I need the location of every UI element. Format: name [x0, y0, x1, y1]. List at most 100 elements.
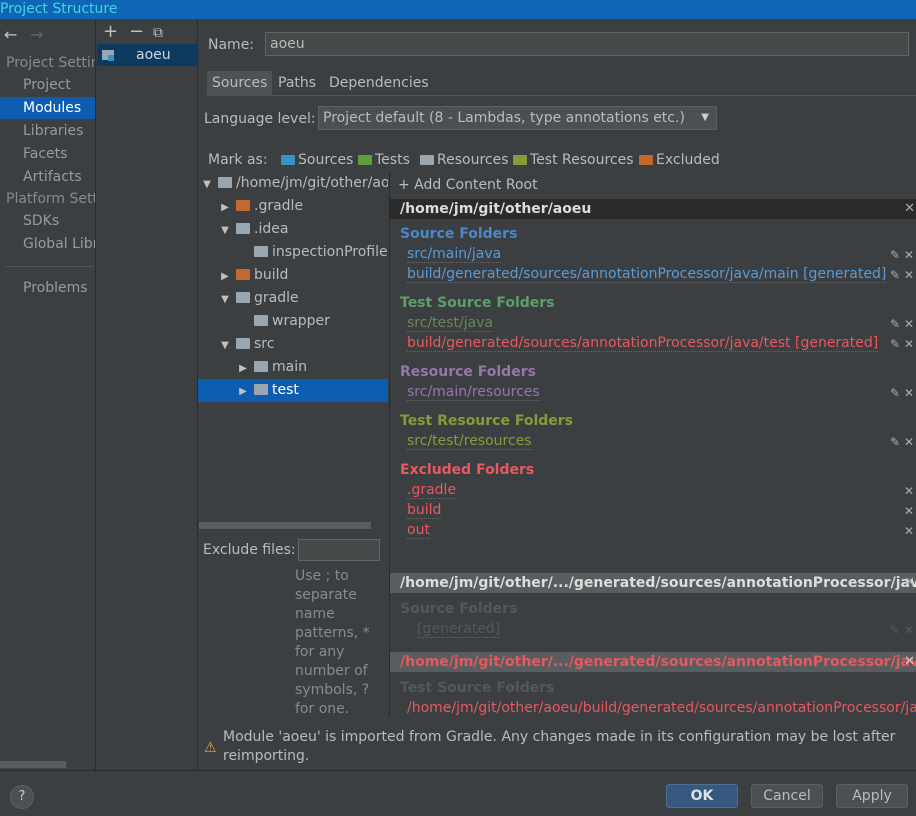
- back-arrow-icon[interactable]: ←: [4, 25, 17, 44]
- mark-sources-button[interactable]: Sources: [281, 152, 353, 168]
- source-folders-heading: Source Folders: [400, 226, 518, 242]
- sources-folder-icon: [281, 155, 295, 165]
- apply-button[interactable]: Apply: [836, 784, 908, 808]
- tab-sources[interactable]: Sources: [207, 71, 273, 95]
- close-icon[interactable]: ✕: [904, 435, 914, 449]
- close-icon[interactable]: ✕: [904, 623, 914, 637]
- edit-icon[interactable]: ✎: [890, 623, 900, 637]
- tree-node[interactable]: inspectionProfiles: [198, 241, 388, 264]
- cancel-button[interactable]: Cancel: [751, 784, 823, 808]
- close-icon[interactable]: ✕: [904, 337, 914, 351]
- tree-node[interactable]: ▼ /home/jm/git/other/aoeu: [198, 172, 388, 195]
- test-source-folders-heading: Test Source Folders: [400, 295, 555, 311]
- close-icon[interactable]: ✕: [904, 268, 914, 282]
- nav-divider: [6, 266, 94, 267]
- help-button[interactable]: ?: [10, 785, 34, 809]
- nav-item-artifacts[interactable]: Artifacts: [0, 166, 95, 188]
- ok-button[interactable]: OK: [666, 784, 738, 808]
- language-level-select[interactable]: Project default (8 - Lambdas, type annot…: [318, 106, 717, 130]
- edit-icon[interactable]: ✎: [890, 248, 900, 262]
- edit-icon[interactable]: ✎: [890, 386, 900, 400]
- tree-node[interactable]: ▼ src: [198, 333, 388, 356]
- tree-node[interactable]: wrapper: [198, 310, 388, 333]
- content-root-header-main: /home/jm/git/other/.../generated/sources…: [390, 573, 916, 593]
- exclude-hint-line: number of: [295, 663, 368, 679]
- language-level-value: Project default (8 - Lambdas, type annot…: [323, 110, 685, 126]
- tree-node[interactable]: ▶ build: [198, 264, 388, 287]
- remove-content-root-icon[interactable]: ✕: [904, 573, 915, 593]
- mark-tests-button[interactable]: Tests: [358, 152, 410, 168]
- resource-path: src/main/resources: [407, 384, 540, 401]
- test-resource-path: src/test/resources: [407, 433, 532, 450]
- close-icon[interactable]: ✕: [904, 484, 914, 498]
- mark-test-resources-label: Test Resources: [530, 152, 634, 168]
- mark-sources-label: Sources: [298, 152, 354, 168]
- tree-node-label: wrapper: [272, 313, 330, 329]
- resource-path-actions: ✎ ✕: [890, 386, 914, 400]
- edit-icon[interactable]: ✎: [890, 268, 900, 282]
- tree-node[interactable]: ▼ .idea: [198, 218, 388, 241]
- tree-scrollbar[interactable]: [199, 522, 371, 529]
- edit-icon[interactable]: ✎: [890, 317, 900, 331]
- close-icon[interactable]: ✕: [904, 524, 914, 538]
- mark-test-resources-button[interactable]: Test Resources: [513, 152, 634, 168]
- edit-icon[interactable]: ✎: [890, 435, 900, 449]
- tab-dependencies[interactable]: Dependencies: [324, 71, 434, 95]
- expand-arrow-icon[interactable]: ▼: [218, 288, 232, 311]
- forward-arrow-icon[interactable]: →: [30, 25, 43, 44]
- close-icon[interactable]: ✕: [904, 248, 914, 262]
- edit-icon[interactable]: ✎: [890, 337, 900, 351]
- tree-node-label: inspectionProfiles: [272, 244, 388, 260]
- exclude-files-label: Exclude files:: [203, 542, 296, 558]
- exclude-hint-line: for any: [295, 644, 345, 660]
- excluded-path: build: [407, 502, 442, 519]
- close-icon[interactable]: ✕: [904, 317, 914, 331]
- close-icon[interactable]: ✕: [904, 386, 914, 400]
- nav-item-problems[interactable]: Problems: [0, 277, 95, 299]
- nav-item-project[interactable]: Project: [0, 74, 95, 96]
- test-path-actions: ✎ ✕: [890, 317, 914, 331]
- tree-node[interactable]: ▼ gradle: [198, 287, 388, 310]
- collapse-arrow-icon[interactable]: ▶: [218, 196, 232, 219]
- source-path: build/generated/sources/annotationProces…: [407, 266, 887, 283]
- copy-module-icon[interactable]: ⧉: [153, 24, 163, 42]
- content-root-path: /home/jm/git/other/aoeu: [400, 201, 592, 217]
- nav-item-libraries[interactable]: Libraries: [0, 120, 95, 142]
- collapse-arrow-icon[interactable]: ▶: [218, 265, 232, 288]
- nav-scrollbar[interactable]: [0, 761, 66, 768]
- add-module-icon[interactable]: +: [103, 23, 118, 41]
- nav-item-facets[interactable]: Facets: [0, 143, 95, 165]
- mark-excluded-label: Excluded: [656, 152, 720, 168]
- module-item-aoeu[interactable]: aoeu: [97, 44, 197, 66]
- remove-module-icon[interactable]: −: [129, 23, 144, 41]
- exclude-hint-line: symbols, ?: [295, 682, 370, 698]
- remove-content-root-icon[interactable]: ✕: [904, 652, 915, 672]
- tree-node[interactable]: ▶ .gradle: [198, 195, 388, 218]
- name-input[interactable]: aoeu: [265, 32, 909, 56]
- remove-content-root-icon[interactable]: ✕: [904, 199, 915, 219]
- exclude-files-input[interactable]: [298, 539, 380, 561]
- collapse-arrow-icon[interactable]: ▶: [236, 380, 250, 403]
- directory-tree: ▼/home/jm/git/other/aoeu▶.gradle▼.idea in…: [198, 172, 388, 517]
- close-icon[interactable]: ✕: [904, 504, 914, 518]
- nav-item-global-libraries[interactable]: Global Libraries: [0, 233, 95, 255]
- tree-node[interactable]: ▶ test: [198, 379, 388, 402]
- mark-resources-button[interactable]: Resources: [420, 152, 509, 168]
- expand-arrow-icon[interactable]: ▼: [218, 334, 232, 357]
- mark-resources-label: Resources: [437, 152, 509, 168]
- tree-node[interactable]: ▶ main: [198, 356, 388, 379]
- gradle-warning-text: Module 'aoeu' is imported from Gradle. A…: [223, 729, 896, 764]
- language-level-label: Language level:: [204, 111, 316, 127]
- tab-paths[interactable]: Paths: [273, 71, 321, 95]
- module-badge-icon: [108, 55, 114, 61]
- nav-item-sdks[interactable]: SDKs: [0, 210, 95, 232]
- module-list-panel: + − ⧉ aoeu: [97, 19, 198, 770]
- exclude-hint-line: patterns, *: [295, 625, 370, 641]
- nav-item-modules[interactable]: Modules: [0, 97, 95, 119]
- collapse-arrow-icon[interactable]: ▶: [236, 357, 250, 380]
- expand-arrow-icon[interactable]: ▼: [200, 173, 214, 196]
- mark-excluded-button[interactable]: Excluded: [639, 152, 720, 168]
- expand-arrow-icon[interactable]: ▼: [218, 219, 232, 242]
- add-content-root-button[interactable]: + Add Content Root: [398, 177, 538, 193]
- exclude-hint: Use ; to separate name patterns, * for any nu…: [295, 567, 370, 719]
